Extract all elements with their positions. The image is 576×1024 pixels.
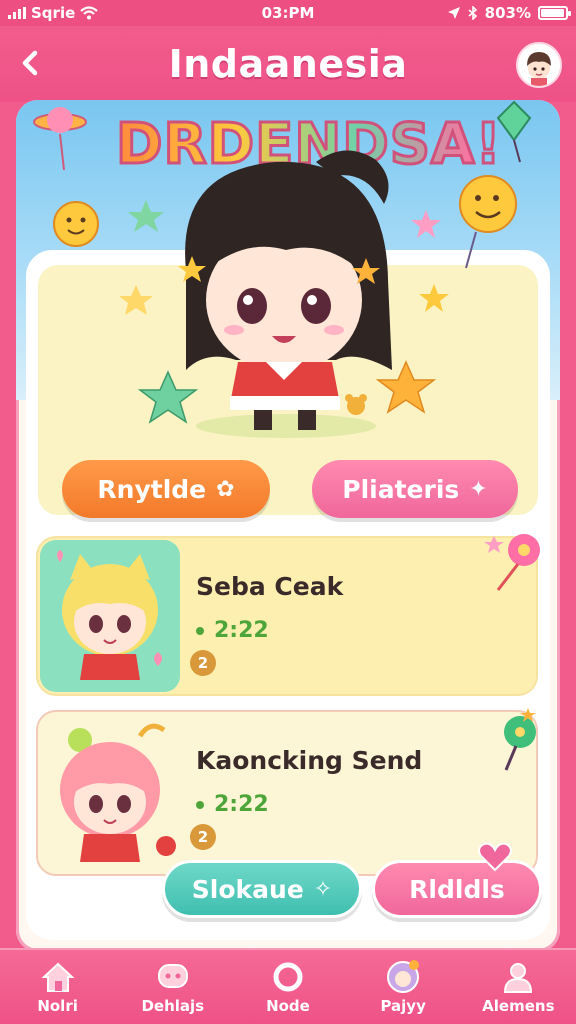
coin-icon: 2 bbox=[190, 650, 216, 676]
rnytlde-label: Rnytlde bbox=[97, 474, 207, 504]
tab-chat[interactable]: Dehlajs bbox=[115, 949, 230, 1024]
chevron-left-icon bbox=[22, 50, 38, 76]
item-thumbnail bbox=[40, 540, 180, 692]
pliateris-button[interactable]: Pliateris ✦ bbox=[312, 460, 518, 518]
star-icon bbox=[128, 200, 164, 232]
palette-icon: ✿ bbox=[216, 476, 235, 502]
carrier-label: Sqrie bbox=[31, 4, 76, 22]
coin-icon: 2 bbox=[190, 824, 216, 850]
header: Indaanesia bbox=[0, 26, 576, 102]
status-left: Sqrie bbox=[8, 4, 208, 22]
heart-icon bbox=[478, 842, 512, 872]
user-avatar-icon bbox=[527, 52, 551, 86]
status-dot-icon bbox=[196, 800, 204, 809]
location-arrow-icon bbox=[447, 7, 460, 19]
item-time-value: 2:22 bbox=[214, 618, 269, 643]
gift-icon: ✦ bbox=[469, 476, 488, 502]
list-item[interactable]: Seba Ceak 2:22 2 bbox=[38, 534, 540, 694]
slokaue-button[interactable]: Slokaue ✧ bbox=[162, 860, 362, 918]
item-time: 2:22 bbox=[196, 618, 269, 643]
back-button[interactable] bbox=[14, 44, 48, 82]
pink-hair-girl-icon bbox=[60, 723, 176, 862]
star-icon bbox=[137, 370, 199, 424]
wifi-icon bbox=[80, 6, 98, 20]
tab-label: Nolri bbox=[37, 997, 78, 1015]
star-icon bbox=[411, 210, 441, 238]
anime-girl-character bbox=[178, 150, 392, 438]
person-icon bbox=[504, 963, 533, 993]
signal-icon bbox=[8, 7, 26, 19]
tab-label: Dehlajs bbox=[141, 997, 205, 1015]
clover-wand-icon bbox=[504, 708, 536, 771]
ring-icon bbox=[273, 962, 303, 992]
bluetooth-icon bbox=[468, 6, 477, 20]
item-title: Seba Ceak bbox=[196, 572, 344, 601]
home-icon bbox=[41, 962, 75, 992]
tab-alemens[interactable]: Alemens bbox=[461, 949, 576, 1024]
item-time-value: 2:22 bbox=[214, 792, 269, 817]
star-icon bbox=[419, 284, 449, 312]
rldldls-button[interactable]: Rldldls bbox=[372, 860, 542, 918]
star-icon bbox=[119, 285, 153, 315]
tab-home[interactable]: Nolri bbox=[0, 949, 115, 1024]
status-right: 803% bbox=[368, 4, 571, 22]
profile-icon bbox=[387, 960, 420, 993]
tab-label: Pajyy bbox=[380, 997, 426, 1015]
small-bear-icon bbox=[345, 394, 367, 415]
item-title: Kaoncking Send bbox=[196, 746, 423, 775]
star-icon bbox=[375, 360, 437, 414]
battery-fill bbox=[541, 9, 564, 17]
slokaue-label: Slokaue bbox=[191, 874, 304, 904]
user-avatar-button[interactable] bbox=[516, 42, 562, 88]
item-thumbnail bbox=[40, 714, 180, 866]
smile-cloud-icon bbox=[459, 175, 517, 269]
status-bar: Sqrie 03:PM 803% bbox=[0, 0, 576, 26]
sticker-icon: ✧ bbox=[313, 876, 333, 902]
planet-balloon-icon bbox=[33, 107, 87, 171]
smile-sun-icon bbox=[53, 201, 99, 247]
chat-icon bbox=[157, 964, 188, 988]
green-balloon-icon bbox=[496, 100, 532, 163]
item-time: 2:22 bbox=[196, 792, 269, 817]
tab-label: Node bbox=[266, 997, 310, 1015]
pliateris-label: Pliateris bbox=[342, 474, 460, 504]
status-time: 03:PM bbox=[261, 4, 315, 22]
rnytlde-button[interactable]: Rnytlde ✿ bbox=[62, 460, 270, 518]
battery-percent: 803% bbox=[484, 4, 531, 22]
battery-icon bbox=[538, 6, 571, 20]
list-item[interactable]: Kaoncking Send 2:22 2 bbox=[38, 708, 536, 874]
lollipop-wand-icon bbox=[484, 534, 540, 591]
tab-label: Alemens bbox=[482, 997, 555, 1015]
rldldls-label: Rldldls bbox=[409, 874, 505, 904]
cat-girl-icon bbox=[57, 550, 162, 680]
status-dot-icon bbox=[196, 626, 204, 635]
tab-pajyy[interactable]: Pajyy bbox=[346, 949, 461, 1024]
main-panel: DRDENDSA! Rnytlde ✿ Pliateris ✦ Seba Cea… bbox=[16, 100, 560, 952]
bottom-tab-bar: Nolri Dehlajs Node Pajyy Alemens bbox=[0, 948, 576, 1024]
page-title: Indaanesia bbox=[168, 42, 408, 86]
tab-node[interactable]: Node bbox=[230, 949, 345, 1024]
